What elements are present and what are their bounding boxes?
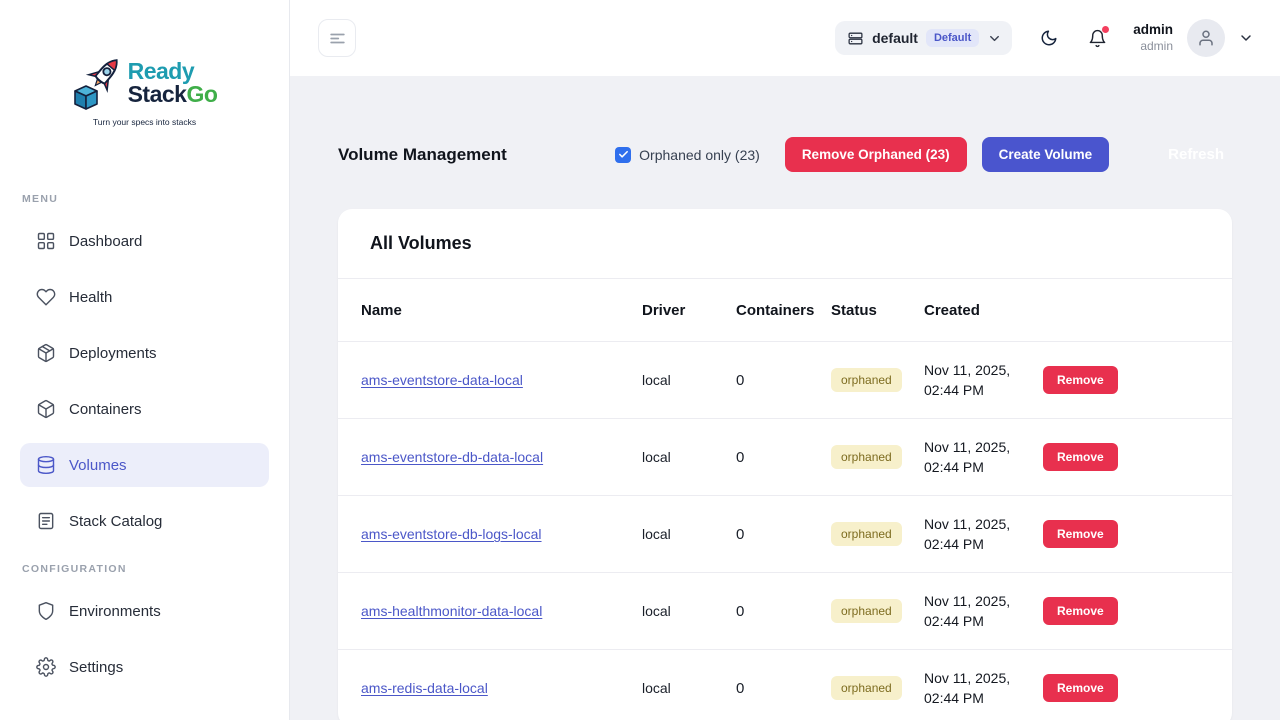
status-badge: orphaned: [831, 599, 902, 623]
table-header-row: Name Driver Containers Status Created: [338, 279, 1232, 342]
top-header: default Default admin admin: [290, 0, 1280, 76]
sidebar-nav: MENU Dashboard Health Deployments: [20, 193, 269, 689]
table-row: ams-redis-data-local local 0 orphaned No…: [338, 650, 1232, 720]
remove-volume-button[interactable]: Remove: [1043, 443, 1118, 471]
user-name: admin: [1133, 21, 1173, 39]
volume-created: Nov 11, 2025, 02:44 PM: [924, 668, 1043, 709]
volume-driver: local: [642, 526, 736, 542]
sidebar-item-deployments[interactable]: Deployments: [20, 331, 269, 375]
package-icon: [36, 343, 56, 363]
orphaned-only-checkbox[interactable]: [615, 147, 631, 163]
user-role: admin: [1133, 39, 1173, 55]
remove-orphaned-button[interactable]: Remove Orphaned (23): [785, 137, 967, 172]
page-title: Volume Management: [338, 145, 507, 165]
orphaned-only-label: Orphaned only (23): [639, 147, 760, 163]
brand-name: Ready StackGo: [128, 60, 218, 106]
environment-default-badge: Default: [926, 29, 979, 47]
volume-name-link[interactable]: ams-redis-data-local: [361, 680, 488, 696]
server-icon: [847, 30, 864, 47]
volume-created: Nov 11, 2025, 02:44 PM: [924, 514, 1043, 555]
volume-name-link[interactable]: ams-eventstore-data-local: [361, 372, 523, 388]
user-menu-button[interactable]: [1238, 30, 1254, 46]
table-row: ams-eventstore-db-data-local local 0 orp…: [338, 419, 1232, 496]
main-area: default Default admin admin: [290, 0, 1280, 720]
status-badge: orphaned: [831, 522, 902, 546]
sidebar-item-volumes[interactable]: Volumes: [20, 443, 269, 487]
volume-containers-count: 0: [736, 372, 831, 389]
remove-volume-button[interactable]: Remove: [1043, 520, 1118, 548]
page-content: Volume Management Orphaned only (23) Rem…: [290, 76, 1280, 720]
hamburger-icon: [328, 29, 347, 48]
gear-icon: [36, 657, 56, 677]
sidebar-toggle-button[interactable]: [318, 19, 356, 57]
volumes-card: All Volumes Name Driver Containers Statu…: [338, 209, 1232, 720]
sidebar-item-containers[interactable]: Containers: [20, 387, 269, 431]
user-info: admin admin: [1133, 21, 1173, 54]
card-title: All Volumes: [370, 233, 1200, 254]
refresh-button[interactable]: Refresh: [1160, 136, 1232, 173]
sidebar: Ready StackGo Turn your specs into stack…: [0, 0, 290, 720]
remove-volume-button[interactable]: Remove: [1043, 366, 1118, 394]
remove-volume-button[interactable]: Remove: [1043, 674, 1118, 702]
volume-driver: local: [642, 372, 736, 388]
table-row: ams-eventstore-db-logs-local local 0 orp…: [338, 496, 1232, 573]
orphaned-only-filter[interactable]: Orphaned only (23): [615, 147, 760, 163]
theme-toggle-button[interactable]: [1040, 29, 1058, 47]
volume-driver: local: [642, 603, 736, 619]
table-body: ams-eventstore-data-local local 0 orphan…: [338, 342, 1232, 720]
grid-icon: [36, 231, 56, 251]
shield-icon: [36, 601, 56, 621]
remove-volume-button[interactable]: Remove: [1043, 597, 1118, 625]
sidebar-item-settings[interactable]: Settings: [20, 645, 269, 689]
sidebar-item-dashboard[interactable]: Dashboard: [20, 219, 269, 263]
moon-icon: [1040, 29, 1058, 47]
column-header-status: Status: [831, 302, 924, 319]
table-row: ams-eventstore-data-local local 0 orphan…: [338, 342, 1232, 419]
sidebar-item-health[interactable]: Health: [20, 275, 269, 319]
volume-driver: local: [642, 680, 736, 696]
volume-containers-count: 0: [736, 680, 831, 697]
status-badge: orphaned: [831, 676, 902, 700]
page-controls: Orphaned only (23) Remove Orphaned (23) …: [615, 136, 1232, 173]
create-volume-button[interactable]: Create Volume: [982, 137, 1110, 172]
volume-containers-count: 0: [736, 526, 831, 543]
volume-created: Nov 11, 2025, 02:44 PM: [924, 360, 1043, 401]
brand-tagline: Turn your specs into stacks: [20, 117, 269, 127]
catalog-icon: [36, 511, 56, 531]
status-badge: orphaned: [831, 445, 902, 469]
volume-created: Nov 11, 2025, 02:44 PM: [924, 437, 1043, 478]
notifications-button[interactable]: [1088, 29, 1107, 48]
sidebar-section-label-menu: MENU: [22, 193, 267, 205]
column-header-driver: Driver: [642, 302, 736, 319]
environment-selector[interactable]: default Default: [835, 21, 1012, 55]
brand-logo: Ready StackGo Turn your specs into stack…: [20, 0, 269, 127]
database-icon: [36, 455, 56, 475]
volume-driver: local: [642, 449, 736, 465]
column-header-name: Name: [361, 302, 642, 319]
heart-icon: [36, 287, 56, 307]
rocket-cube-icon: [72, 54, 124, 112]
column-header-created: Created: [924, 302, 1043, 319]
volume-containers-count: 0: [736, 449, 831, 466]
status-badge: orphaned: [831, 368, 902, 392]
volume-created: Nov 11, 2025, 02:44 PM: [924, 591, 1043, 632]
box-icon: [36, 399, 56, 419]
sidebar-item-environments[interactable]: Environments: [20, 589, 269, 633]
avatar[interactable]: [1187, 19, 1225, 57]
sidebar-item-stack-catalog[interactable]: Stack Catalog: [20, 499, 269, 543]
volume-containers-count: 0: [736, 603, 831, 620]
column-header-containers: Containers: [736, 302, 831, 319]
chevron-down-icon: [987, 31, 1002, 46]
volume-name-link[interactable]: ams-healthmonitor-data-local: [361, 603, 542, 619]
volume-name-link[interactable]: ams-eventstore-db-data-local: [361, 449, 543, 465]
person-icon: [1197, 29, 1215, 47]
volume-name-link[interactable]: ams-eventstore-db-logs-local: [361, 526, 542, 542]
table-row: ams-healthmonitor-data-local local 0 orp…: [338, 573, 1232, 650]
check-icon: [618, 149, 629, 160]
notification-dot: [1102, 26, 1109, 33]
environment-name: default: [872, 30, 918, 46]
sidebar-section-label-configuration: CONFIGURATION: [22, 563, 267, 575]
chevron-down-icon: [1238, 30, 1254, 46]
